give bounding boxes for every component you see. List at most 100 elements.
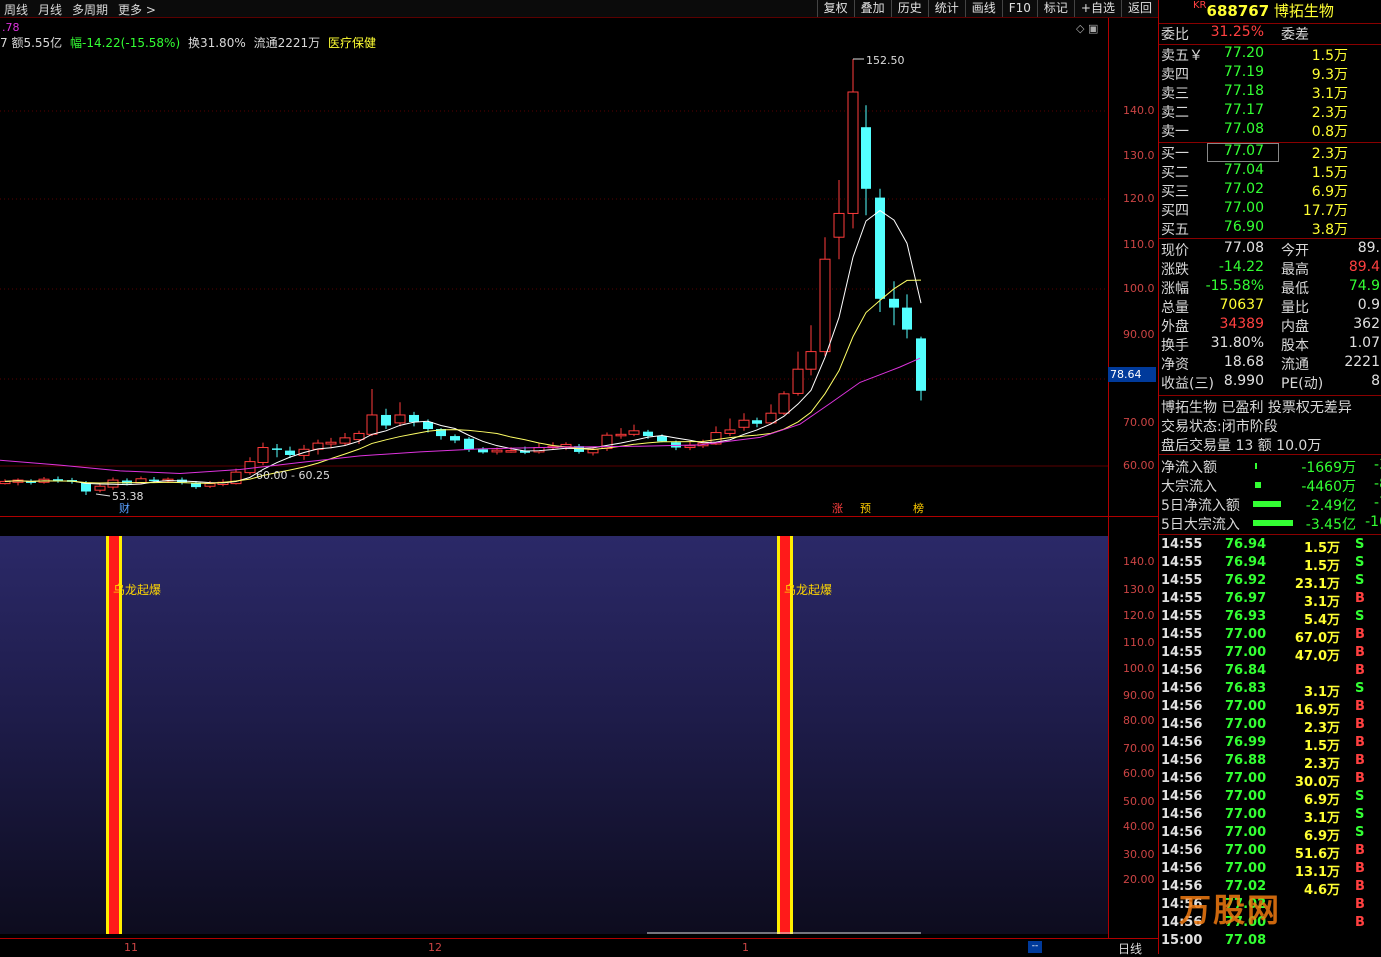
status-row: 盘后交易量 13 额 10.0万 [1159, 435, 1381, 454]
candle-down [450, 436, 460, 441]
tick-time: 14:55 [1161, 591, 1203, 606]
asks-label: 卖四 [1161, 67, 1189, 83]
quote-value-2: 0.9 [1357, 297, 1380, 313]
tick-price: 77.00 [1225, 771, 1267, 786]
low-pointer [95, 493, 111, 497]
period-tab[interactable]: 更多 > [118, 1, 156, 18]
toolbar-button[interactable]: +自选 [1073, 0, 1121, 17]
indicator-tick: 40.00 [1123, 820, 1155, 833]
indicator-tick: 30.00 [1123, 848, 1155, 861]
quote-label-2: 流通 [1281, 357, 1309, 373]
period-tabs: 周线 月线 多周期 更多 > [4, 1, 156, 18]
flow-label: 大宗流入 [1161, 479, 1217, 495]
quote-value-2: 1.07 [1348, 335, 1380, 351]
month-label: 12 [428, 941, 442, 954]
tick-time: 14:56 [1161, 753, 1203, 768]
quote-label: 净资 [1161, 357, 1189, 373]
asks-volume: 3.1万 [1311, 86, 1348, 102]
tick-volume: 16.9万 [1294, 703, 1340, 718]
indicator-tick: 140.0 [1123, 555, 1155, 568]
tick-price: 77.00 [1225, 699, 1267, 714]
tick-volume: 47.0万 [1294, 649, 1340, 664]
tick-volume: 5.4万 [1303, 613, 1340, 628]
tick-time: 14:56 [1161, 807, 1203, 822]
period-tab[interactable]: 周线 [4, 1, 28, 18]
board-tag: KR [1193, 0, 1207, 11]
candle-down [916, 338, 926, 391]
stock-code: 688767 [1206, 2, 1270, 20]
tick-time: 14:56 [1161, 681, 1203, 696]
candle-up [366, 414, 378, 435]
tick-volume: 3.1万 [1303, 595, 1340, 610]
tick-time: 14:56 [1161, 789, 1203, 804]
candle-up [724, 429, 736, 434]
current-price-tag: 78.64 [1108, 367, 1156, 382]
toolbar-button[interactable]: 叠加 [853, 0, 891, 17]
quote-row: 收益(三) 8.990 PE(动) 8 [1159, 373, 1381, 392]
tick-time: 14:56 [1161, 825, 1203, 840]
period-tab[interactable]: 多周期 [72, 1, 108, 18]
flow-value-5d: -10 [1365, 514, 1381, 530]
candle-up [833, 212, 845, 238]
tick-volume: 67.0万 [1294, 631, 1340, 646]
trade-tick-row: 14:55 76.97 3.1万 B [1159, 591, 1381, 610]
tick-time: 14:55 [1161, 573, 1203, 588]
tick-time: 14:55 [1161, 645, 1203, 660]
weibi-label: 委比 [1161, 27, 1189, 43]
toolbar-button[interactable]: 标记 [1036, 0, 1074, 17]
candle-up [505, 450, 517, 453]
candle-down [902, 307, 912, 330]
flow-value: -2.49亿 [1305, 498, 1356, 514]
trade-tick-row: 14:56 77.00 6.9万 S [1159, 825, 1381, 844]
tick-volume: 2.3万 [1303, 721, 1340, 736]
candle-up [792, 368, 804, 394]
flow-value: -4460万 [1301, 479, 1356, 495]
tick-time: 15:00 [1161, 933, 1203, 948]
trade-tick-row: 14:56 76.99 1.5万 B [1159, 735, 1381, 754]
event-badge: 财 [119, 501, 130, 515]
tick-side: S [1355, 789, 1365, 804]
tick-price: 77.08 [1225, 933, 1267, 948]
tick-side: B [1355, 897, 1365, 912]
period-tab[interactable]: 月线 [38, 1, 62, 18]
flow-row: 净流入额 -1669万 -3 [1159, 457, 1381, 476]
period-label[interactable]: 日线 [1118, 940, 1142, 957]
weibi-row: 委比 31.25% 委差 [1159, 24, 1381, 43]
toolbar-button[interactable]: F10 [1001, 0, 1037, 17]
quote-row: 换手 31.80% 股本 1.07 [1159, 335, 1381, 354]
tick-volume: 13.1万 [1294, 865, 1340, 880]
tick-volume: 51.6万 [1294, 847, 1340, 862]
indicator-tick: 50.00 [1123, 795, 1155, 808]
toolbar-button[interactable]: 历史 [890, 0, 928, 17]
asks-label: 卖五￥ [1161, 48, 1203, 64]
asks-row: 卖五￥ 77.20 1.5万 [1159, 45, 1381, 64]
flow-label: 净流入额 [1161, 460, 1217, 476]
tick-volume: 1.5万 [1303, 559, 1340, 574]
trade-tick-row: 14:56 76.88 2.3万 B [1159, 753, 1381, 772]
kline-chart[interactable]: 152.5053.3860.00 - 60.25财涨预榜 [0, 18, 1108, 516]
bids-row: 买二 77.04 1.5万 [1159, 162, 1381, 181]
indicator-tick: 130.0 [1123, 583, 1155, 596]
quote-row: 涨跌 -14.22 最高 89.4 [1159, 259, 1381, 278]
tick-price: 76.94 [1225, 555, 1267, 570]
candle-down [81, 482, 91, 492]
quote-row: 现价 77.08 今开 89. [1159, 240, 1381, 259]
trade-tick-row: 15:00 77.08 [1159, 933, 1381, 951]
toolbar-button[interactable]: 返回 [1120, 0, 1158, 17]
trade-tick-row: 14:56 76.84 B [1159, 663, 1381, 681]
toolbar-button[interactable]: 画线 [964, 0, 1002, 17]
asks-row: 卖四 77.19 9.3万 [1159, 64, 1381, 83]
asks-volume: 2.3万 [1311, 105, 1348, 121]
candle-down [643, 431, 653, 437]
quote-label-2: 今开 [1281, 243, 1309, 259]
quote-label: 涨跌 [1161, 262, 1189, 278]
tick-time: 14:56 [1161, 663, 1203, 678]
stock-header: KR688767 博拓生物 [1193, 0, 1334, 22]
scroll-handle[interactable]: -- [1028, 941, 1042, 953]
chart-tools: 复权 叠加 历史 统计 画线 F10 标记 +自选 返回 [816, 0, 1158, 17]
tick-volume: 3.1万 [1303, 685, 1340, 700]
toolbar-button[interactable]: 统计 [927, 0, 965, 17]
toolbar-button[interactable]: 复权 [816, 0, 854, 17]
quote-value-2: 89.4 [1348, 259, 1380, 275]
asks-row: 卖三 77.18 3.1万 [1159, 83, 1381, 102]
